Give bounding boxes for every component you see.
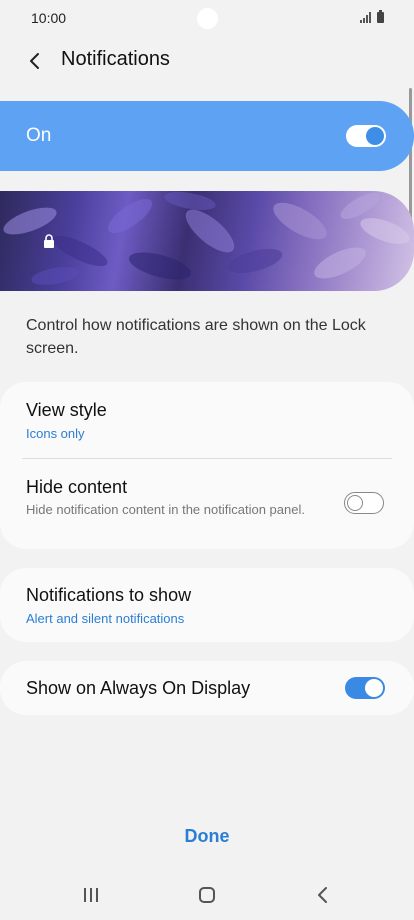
home-button[interactable] xyxy=(187,880,227,910)
status-icons xyxy=(360,10,384,23)
done-button[interactable]: Done xyxy=(0,826,414,847)
toggle-knob xyxy=(365,679,383,697)
wallpaper-image xyxy=(3,191,410,285)
home-icon xyxy=(199,887,215,903)
lock-screen-preview xyxy=(0,191,414,291)
view-style-title: View style xyxy=(26,400,107,420)
always-on-display-title: Show on Always On Display xyxy=(26,678,251,698)
toggle-knob xyxy=(347,494,363,511)
hide-content-row[interactable]: Hide content Hide notification content i… xyxy=(0,459,414,549)
status-time: 10:00 xyxy=(31,10,67,26)
master-switch-toggle[interactable] xyxy=(346,125,386,147)
back-arrow-icon xyxy=(30,53,39,69)
back-nav-button[interactable] xyxy=(303,880,343,910)
notifications-to-show-row[interactable]: Notifications to show Alert and silent n… xyxy=(0,568,414,642)
back-nav-icon xyxy=(318,887,327,903)
master-switch-label: On xyxy=(26,125,52,146)
view-style-row[interactable]: View style Icons only xyxy=(0,382,414,458)
notifications-to-show-title: Notifications to show xyxy=(26,585,192,605)
signal-icon xyxy=(360,12,371,23)
notifications-to-show-value: Alert and silent notifications xyxy=(26,611,185,626)
page-title: Notifications xyxy=(61,48,170,70)
lock-icon xyxy=(44,234,54,248)
status-bar: 10:00 xyxy=(0,0,414,38)
view-style-value: Icons only xyxy=(26,426,85,441)
hide-content-title: Hide content xyxy=(26,477,128,497)
hide-content-subtitle: Hide notification content in the notific… xyxy=(26,502,305,517)
screen: 10:00 Notifications On Control how notif… xyxy=(0,0,414,920)
navigation-bar xyxy=(0,872,414,920)
camera-cutout xyxy=(197,8,218,29)
hide-content-toggle[interactable] xyxy=(344,492,384,514)
toggle-knob xyxy=(366,127,384,145)
master-switch-row[interactable]: On xyxy=(0,101,414,171)
always-on-display-card: Show on Always On Display xyxy=(0,661,414,715)
notifications-to-show-card: Notifications to show Alert and silent n… xyxy=(0,568,414,642)
back-button[interactable] xyxy=(20,46,50,76)
header: Notifications xyxy=(0,38,414,82)
always-on-display-toggle[interactable] xyxy=(345,677,385,699)
description-text: Control how notifications are shown on t… xyxy=(26,317,366,357)
recent-apps-button[interactable] xyxy=(71,880,111,910)
always-on-display-row[interactable]: Show on Always On Display xyxy=(0,661,414,715)
recent-apps-icon xyxy=(84,888,98,902)
battery-icon xyxy=(377,10,384,23)
lock-screen-options-card: View style Icons only Hide content Hide … xyxy=(0,382,414,549)
